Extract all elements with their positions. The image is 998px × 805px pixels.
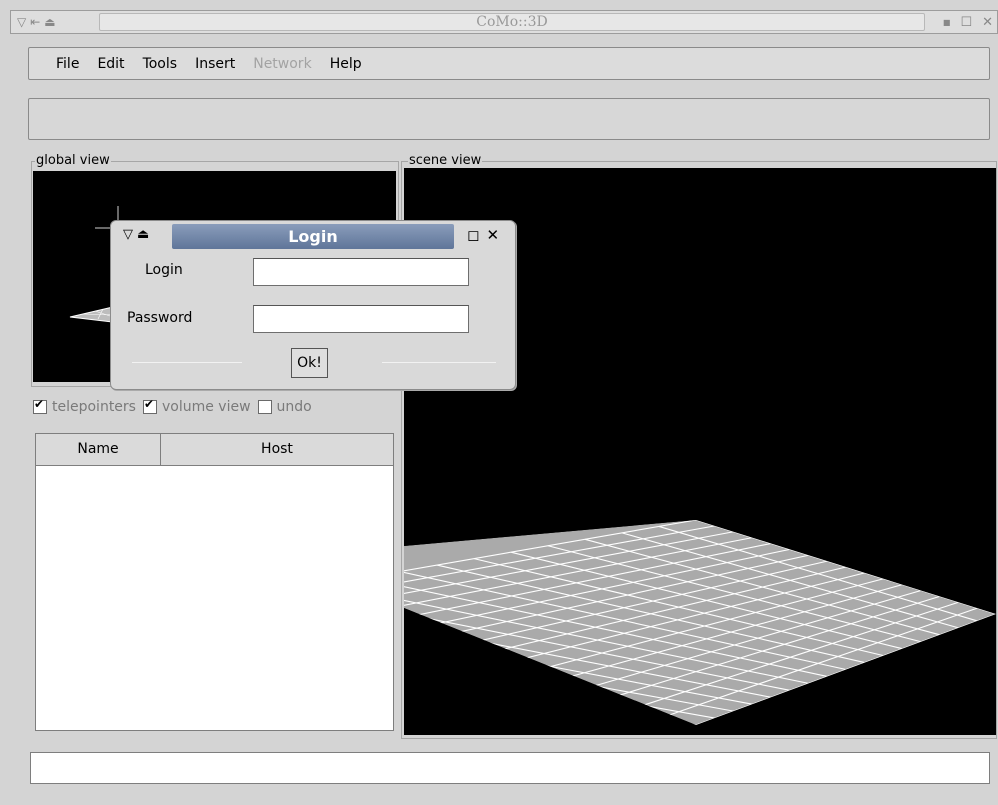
volume-view-label: volume view [161,399,251,415]
telepointers-label: telepointers [52,399,136,415]
menu-edit[interactable]: Edit [88,56,133,72]
window-title-bar: ▽ ⇤ ⏏ CoMo::3D ■ ☐ ✕ [10,10,998,34]
global-view-label: global view [35,153,111,168]
dialog-separator-left [132,362,242,363]
menu-help[interactable]: Help [321,56,371,72]
login-dialog: ▽ ⏏ Login ◻ ✕ Login Password Ok! [110,220,516,390]
menu-triangle-icon[interactable]: ▽ [17,15,26,29]
window-left-controls: ▽ ⇤ ⏏ [11,11,99,33]
menu-triangle-icon[interactable]: ▽ [123,225,133,245]
user-list[interactable]: Name Host [35,433,394,731]
close-icon[interactable]: ✕ [982,15,993,30]
dialog-separator-right [382,362,496,363]
shade-icon[interactable]: ⇤ [30,15,40,29]
login-field[interactable] [253,258,469,286]
menu-tools[interactable]: Tools [134,56,187,72]
scene-view-label: scene view [408,153,483,168]
status-bar [30,752,990,784]
user-list-header: Name Host [36,434,393,466]
undo-checkbox[interactable] [257,400,272,414]
login-dialog-title-bar: ▽ ⏏ Login ◻ ✕ [111,221,515,251]
login-dialog-title: Login [172,224,454,249]
minimize-icon[interactable]: ■ [943,18,951,27]
menu-bar: File Edit Tools Insert Network Help [28,47,990,80]
column-header-host[interactable]: Host [161,434,393,465]
maximize-icon[interactable]: ◻ [467,224,479,246]
eject-icon[interactable]: ⏏ [44,15,55,29]
toolbar [28,98,990,140]
ok-button[interactable]: Ok! [291,348,328,378]
telepointers-checkbox[interactable] [33,397,47,414]
window-right-controls: ■ ☐ ✕ [931,11,997,33]
undo-label: undo [276,399,312,415]
close-icon[interactable]: ✕ [486,224,499,246]
menu-file[interactable]: File [47,56,88,72]
maximize-icon[interactable]: ☐ [960,15,972,30]
menu-network: Network [253,55,312,72]
window-title: CoMo::3D [99,13,925,31]
view-options: telepointers volume view undo [33,397,398,417]
dialog-left-controls: ▽ ⏏ [123,225,149,245]
login-label: Login [145,262,183,278]
eject-icon[interactable]: ⏏ [137,225,149,245]
volume-view-checkbox[interactable] [142,397,157,414]
password-label: Password [127,310,193,326]
menu-insert[interactable]: Insert [186,56,244,72]
column-header-name[interactable]: Name [36,434,161,465]
dialog-right-controls: ◻ ✕ [467,224,499,246]
password-field[interactable] [253,305,469,333]
